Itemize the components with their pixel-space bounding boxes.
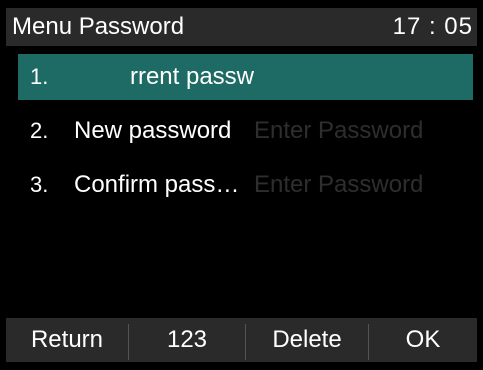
password-menu: 1. rrent passw 2. New password Enter Pas… [6, 46, 477, 316]
ok-button[interactable]: OK [369, 318, 477, 362]
softkey-bar: Return 123 Delete OK [6, 318, 477, 362]
menu-item-current-password[interactable]: 1. rrent passw [18, 54, 473, 100]
new-password-label: New password [74, 117, 232, 144]
page-title: Menu Password [12, 13, 185, 40]
clock: 17 : 05 [392, 13, 473, 40]
current-password-value: rrent passw [129, 63, 254, 90]
delete-button[interactable]: Delete [246, 318, 368, 362]
new-password-input[interactable]: Enter Password [254, 108, 423, 154]
input-mode-button[interactable]: 123 [129, 318, 245, 362]
menu-item-number: 1. [30, 64, 49, 89]
menu-item-number: 2. [30, 118, 49, 143]
menu-item-confirm-password[interactable]: 3. Confirm password Enter Password [18, 162, 473, 208]
phone-screen: Menu Password 17 : 05 1. rrent passw 2. … [6, 8, 477, 362]
return-button[interactable]: Return [6, 318, 128, 362]
current-password-input[interactable]: rrent passw [74, 54, 254, 100]
confirm-password-label: Confirm password [74, 171, 252, 198]
confirm-password-input[interactable]: Enter Password [254, 162, 423, 208]
menu-item-number: 3. [30, 172, 49, 197]
title-bar: Menu Password 17 : 05 [6, 8, 477, 46]
menu-item-new-password[interactable]: 2. New password Enter Password [18, 108, 473, 154]
